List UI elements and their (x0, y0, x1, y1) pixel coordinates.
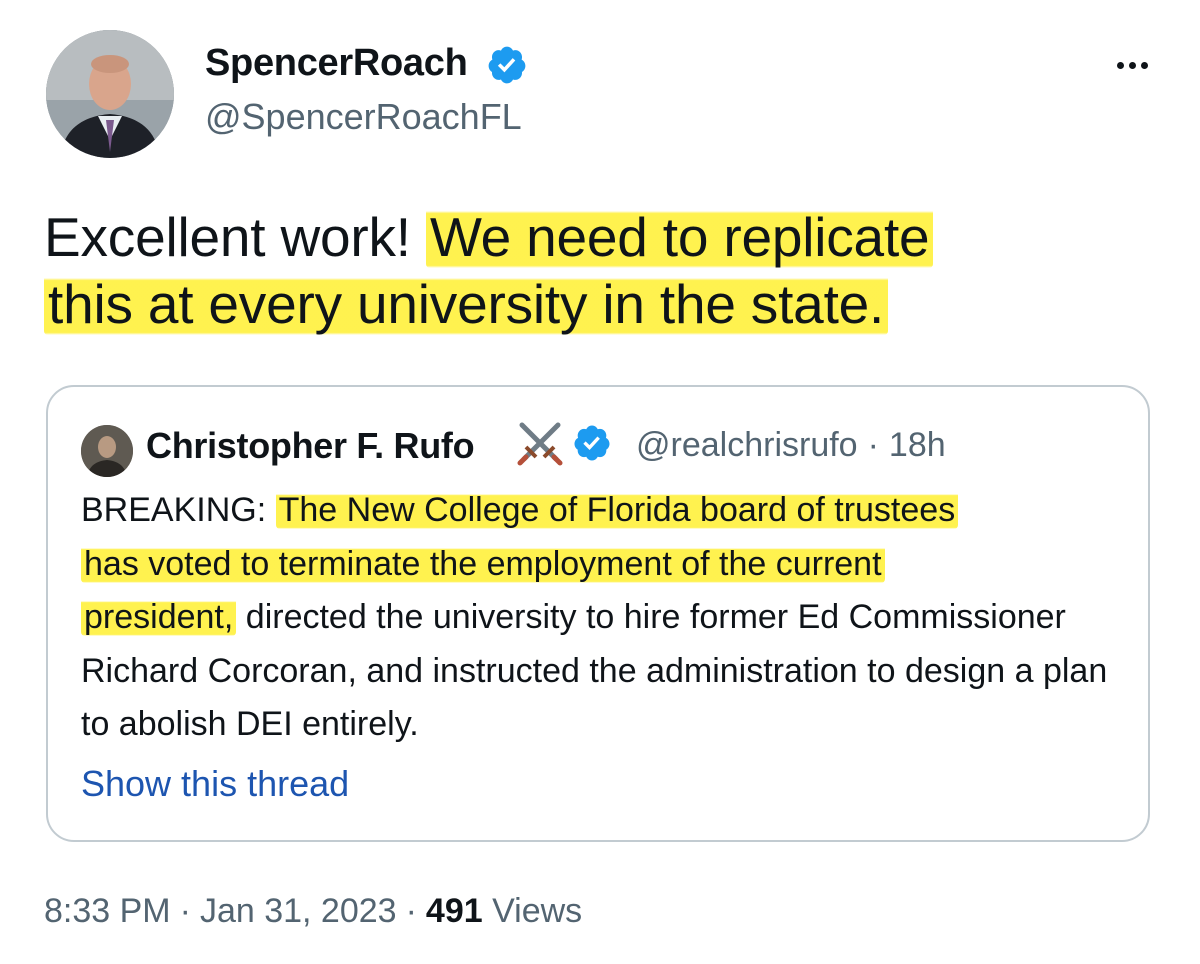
author-avatar[interactable] (46, 30, 174, 158)
tweet-text-plain: Excellent work! (44, 206, 411, 268)
verified-badge-icon (572, 423, 612, 468)
meta-separator: · (867, 426, 879, 464)
quoted-author-avatar[interactable] (81, 425, 133, 477)
tweet-highlight: We need to replicate (425, 206, 934, 268)
more-options-icon[interactable] (1108, 50, 1156, 80)
meta-separator: · (179, 892, 191, 930)
views-count: 491 (425, 892, 483, 930)
author-handle[interactable]: @SpencerRoachFL (205, 96, 522, 138)
tweet-highlight: this at every university in the state. (44, 273, 889, 335)
quoted-tweet-card[interactable]: Christopher F. Rufo @realchrisrufo · 18h B… (46, 385, 1150, 842)
quoted-author-name[interactable]: Christopher F. Rufo (146, 425, 475, 467)
author-name[interactable]: SpencerRoach (205, 42, 468, 85)
quoted-highlight: president, (81, 598, 237, 636)
meta-separator: · (405, 892, 417, 930)
crossed-swords-icon (514, 417, 566, 474)
quoted-tweet-age[interactable]: 18h (889, 426, 946, 464)
tweet-text: Excellent work! We need to replicate thi… (44, 204, 1164, 338)
quoted-highlight: has voted to terminate the employment of… (81, 544, 885, 583)
show-thread-link[interactable]: Show this thread (81, 763, 349, 805)
verified-badge-icon (486, 44, 528, 91)
views-label: Views (492, 892, 583, 930)
more-dot (1128, 61, 1136, 69)
tweet-meta: 8:33 PM · Jan 31, 2023 · 491 Views (44, 892, 582, 931)
tweet-date[interactable]: Jan 31, 2023 (200, 892, 397, 930)
quoted-author-meta: @realchrisrufo · 18h (636, 426, 946, 465)
quoted-highlight: The New College of Florida board of trus… (275, 491, 959, 529)
quoted-tweet-text: BREAKING: The New College of Florida boa… (81, 484, 1131, 752)
more-dot (1140, 61, 1148, 69)
quoted-author-handle[interactable]: @realchrisrufo (636, 426, 858, 464)
more-dot (1116, 61, 1124, 69)
quoted-text-prefix: BREAKING: (81, 491, 267, 529)
tweet-time[interactable]: 8:33 PM (44, 892, 171, 930)
